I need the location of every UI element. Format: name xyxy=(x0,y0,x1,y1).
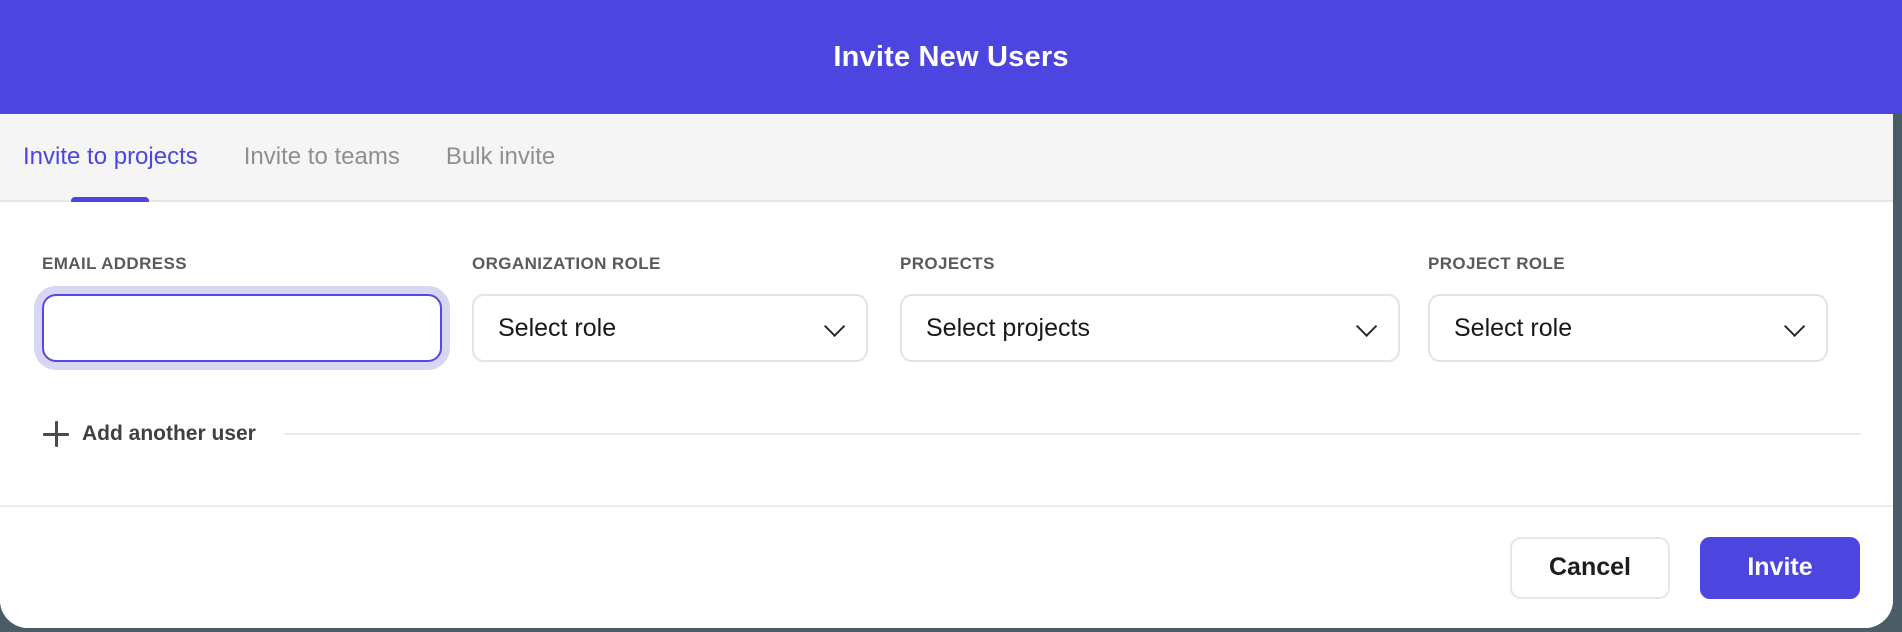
add-user-row: Add another user xyxy=(42,420,1893,448)
tab-label: Invite to teams xyxy=(244,143,400,171)
modal-header: Invite New Users xyxy=(0,0,1902,114)
invite-form: EMAIL ADDRESS ORGANIZATION ROLE Select r… xyxy=(0,202,1893,505)
projects-label: PROJECTS xyxy=(900,254,1400,274)
row-divider xyxy=(284,433,1861,435)
user-invite-row: EMAIL ADDRESS ORGANIZATION ROLE Select r… xyxy=(42,254,1893,362)
organization-role-column: ORGANIZATION ROLE Select role xyxy=(472,254,868,362)
tab-bulk-invite[interactable]: Bulk invite xyxy=(446,114,555,200)
organization-role-value: Select role xyxy=(498,314,616,343)
organization-role-select[interactable]: Select role xyxy=(472,294,868,362)
invite-users-screen: Invite New Users Invite to projects Invi… xyxy=(0,0,1902,632)
modal-footer: Cancel Invite xyxy=(0,505,1893,628)
invite-button[interactable]: Invite xyxy=(1700,537,1860,599)
add-another-user-label: Add another user xyxy=(82,422,256,446)
chevron-down-icon xyxy=(1356,315,1377,336)
email-address-input[interactable] xyxy=(42,294,442,362)
email-address-label: EMAIL ADDRESS xyxy=(42,254,442,274)
tab-invite-to-teams[interactable]: Invite to teams xyxy=(244,114,400,200)
chevron-down-icon xyxy=(1784,315,1805,336)
tab-bar: Invite to projects Invite to teams Bulk … xyxy=(0,114,1893,202)
tab-label: Bulk invite xyxy=(446,143,555,171)
organization-role-label: ORGANIZATION ROLE xyxy=(472,254,868,274)
add-another-user-button[interactable]: Add another user xyxy=(42,420,256,448)
projects-value: Select projects xyxy=(926,314,1090,343)
projects-select[interactable]: Select projects xyxy=(900,294,1400,362)
modal-title: Invite New Users xyxy=(833,41,1068,74)
tab-invite-to-projects[interactable]: Invite to projects xyxy=(23,114,198,200)
projects-column: PROJECTS Select projects xyxy=(900,254,1400,362)
cancel-button[interactable]: Cancel xyxy=(1510,537,1670,599)
project-role-value: Select role xyxy=(1454,314,1572,343)
project-role-column: PROJECT ROLE Select role xyxy=(1428,254,1828,362)
tab-label: Invite to projects xyxy=(23,143,198,171)
chevron-down-icon xyxy=(824,315,845,336)
email-column: EMAIL ADDRESS xyxy=(42,254,442,362)
project-role-label: PROJECT ROLE xyxy=(1428,254,1828,274)
plus-icon xyxy=(42,420,70,448)
project-role-select[interactable]: Select role xyxy=(1428,294,1828,362)
